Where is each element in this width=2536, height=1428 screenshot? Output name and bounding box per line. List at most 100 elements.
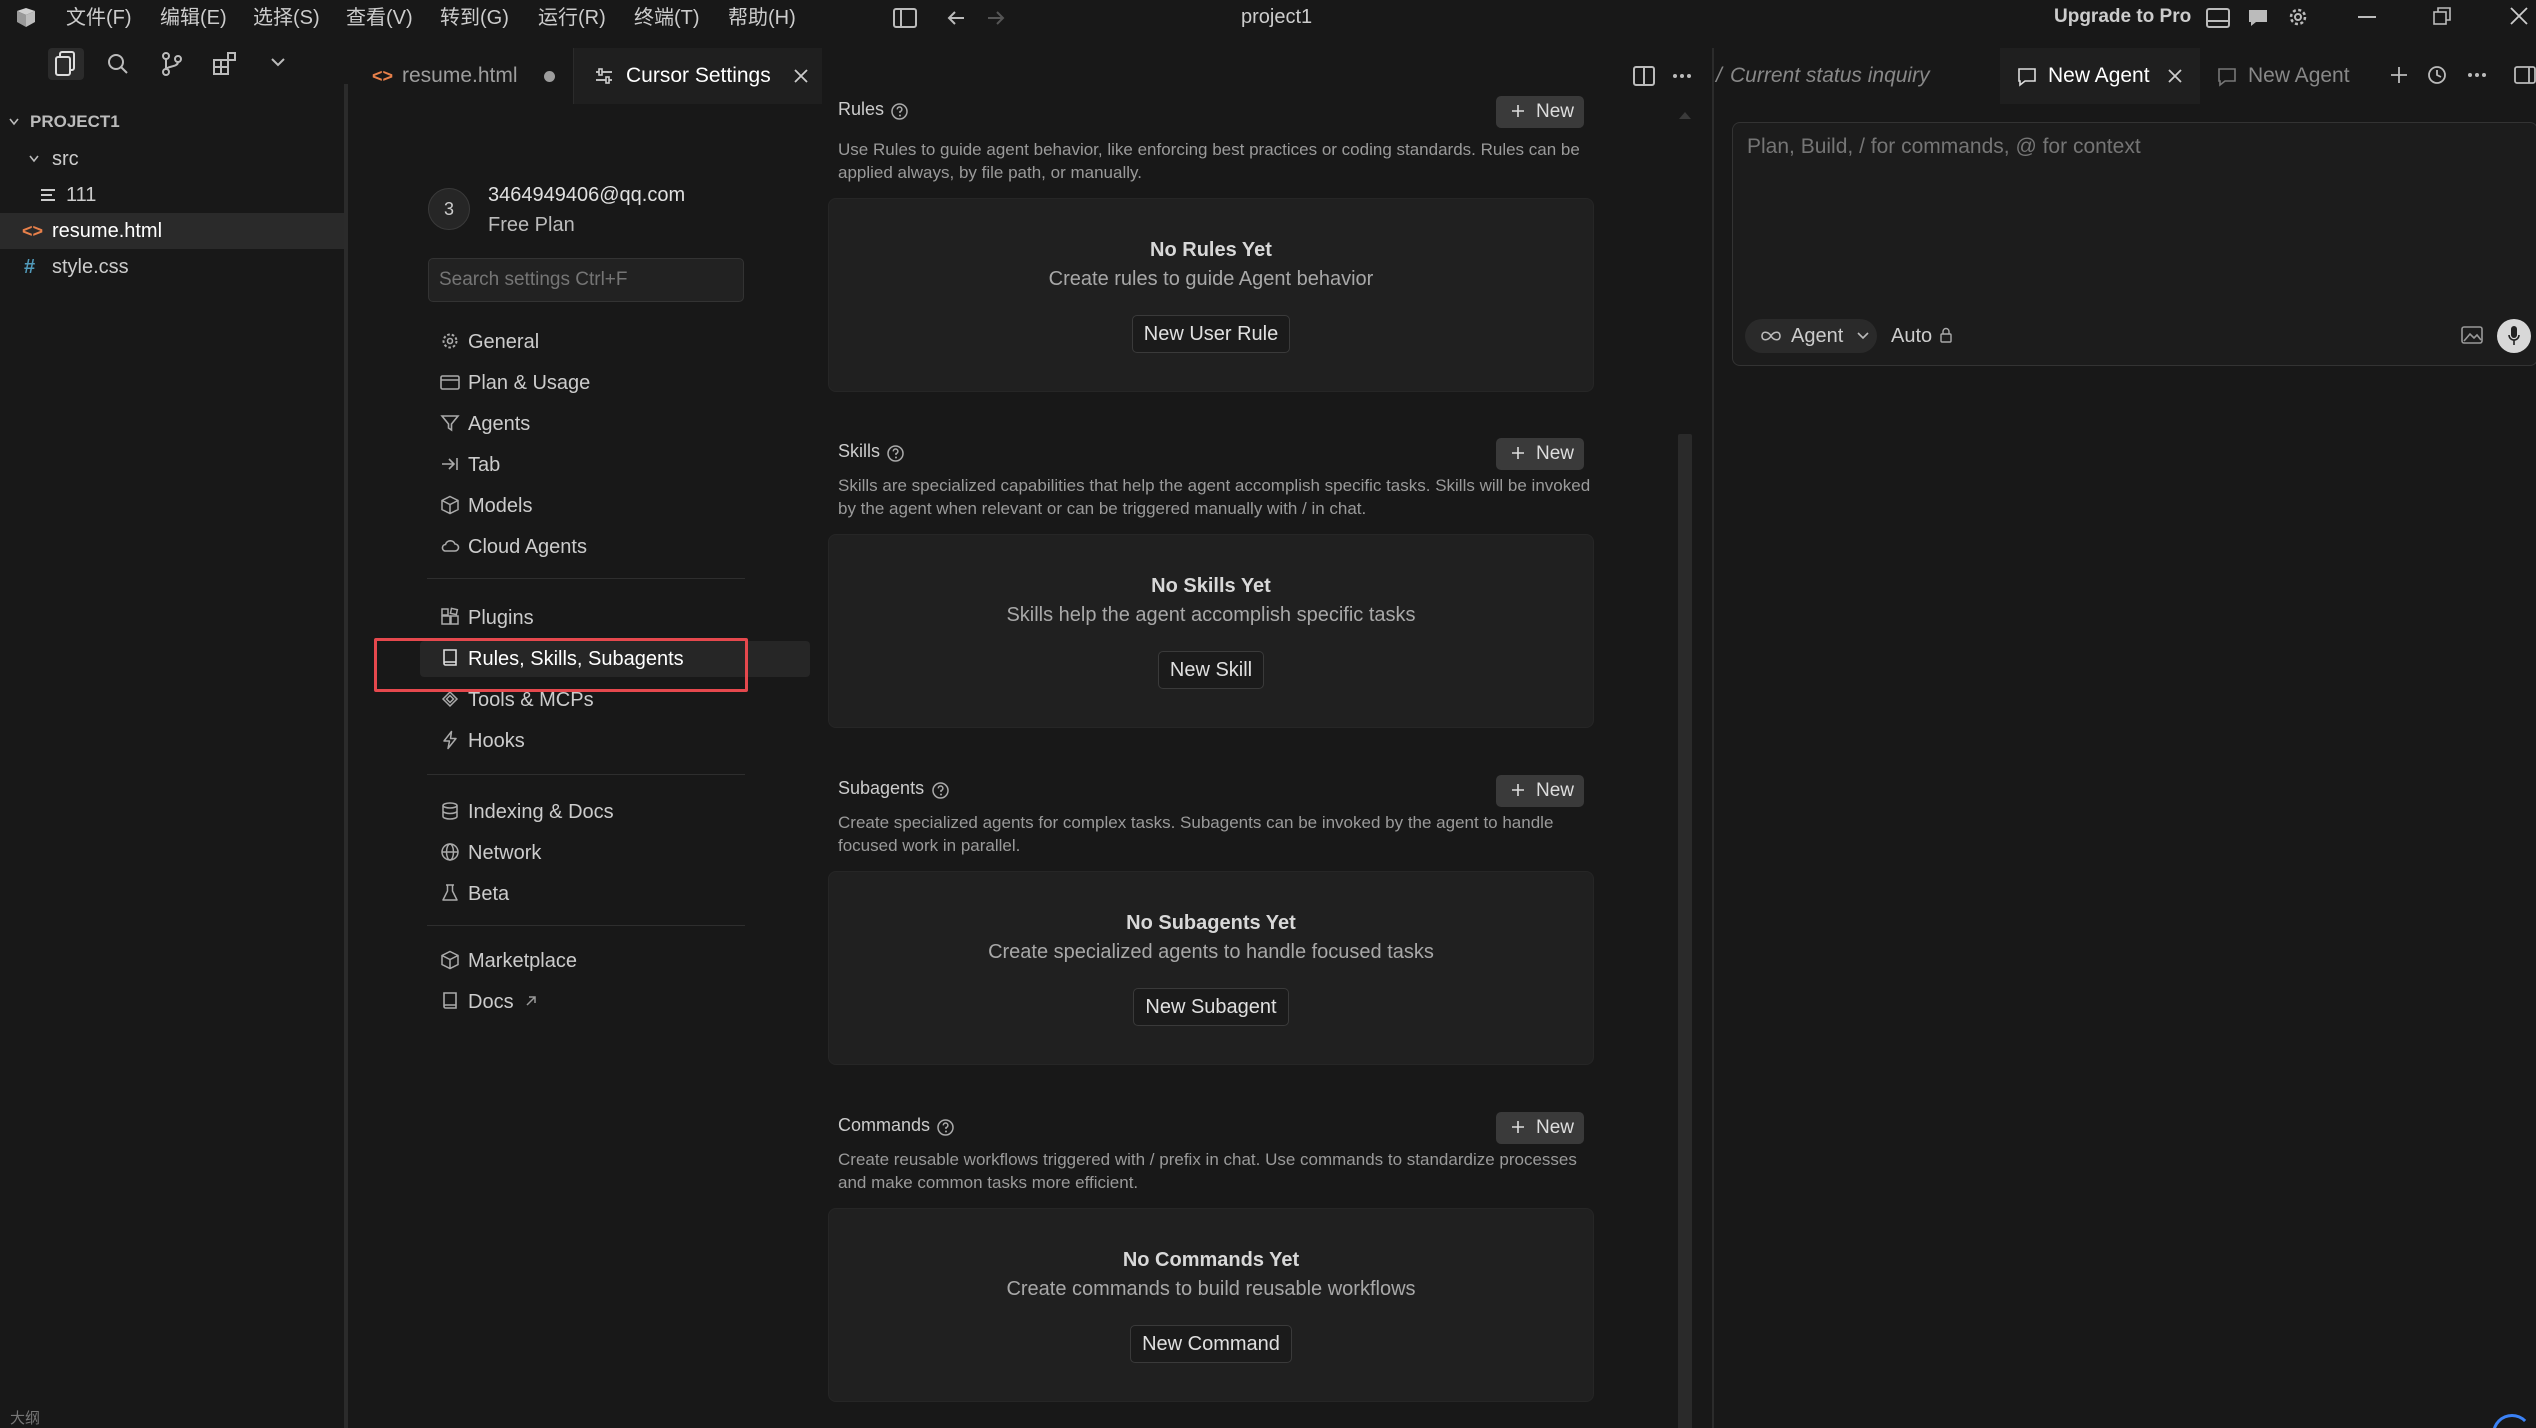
close-window-icon[interactable] xyxy=(2508,5,2530,27)
nav-item-agents[interactable]: Agents xyxy=(352,406,812,442)
empty-subtitle: Create rules to guide Agent behavior xyxy=(1048,268,1374,290)
nav-label: Plan & Usage xyxy=(468,372,591,394)
unsaved-dot-icon xyxy=(544,71,555,82)
html-file-icon: <> xyxy=(22,221,44,241)
menu-file[interactable]: 文件(F) xyxy=(66,4,132,32)
forward-arrow-icon[interactable] xyxy=(984,6,1008,30)
help-circle-icon[interactable] xyxy=(886,444,905,463)
rules-empty-card: No Rules Yet Create rules to guide Agent… xyxy=(828,198,1594,392)
menu-view[interactable]: 查看(V) xyxy=(346,4,413,32)
chat-bubble-icon xyxy=(2016,66,2038,88)
nav-item-general[interactable]: General xyxy=(352,324,812,360)
menu-go[interactable]: 转到(G) xyxy=(440,4,509,32)
menu-selection[interactable]: 选择(S) xyxy=(253,4,320,32)
nav-item-beta[interactable]: Beta xyxy=(352,876,812,912)
nav-label: Models xyxy=(468,495,533,517)
explorer-files-icon[interactable] xyxy=(53,50,79,78)
new-subagent-button[interactable]: New xyxy=(1496,775,1584,807)
back-arrow-icon[interactable] xyxy=(944,6,968,30)
outline-section-label[interactable]: 大纲 xyxy=(10,1410,40,1428)
new-skill-card-button[interactable]: New Skill xyxy=(1157,651,1265,689)
help-circle-icon[interactable] xyxy=(890,102,909,121)
nav-item-cloud-agents[interactable]: Cloud Agents xyxy=(352,529,812,565)
highlight-box xyxy=(374,638,748,692)
history-clock-icon[interactable] xyxy=(2426,64,2448,86)
extensions-icon[interactable] xyxy=(212,51,238,77)
nav-item-hooks[interactable]: Hooks xyxy=(352,723,812,759)
new-user-rule-button[interactable]: New User Rule xyxy=(1131,315,1291,353)
agent-tab-new-agent-active[interactable]: New Agent xyxy=(2000,48,2200,104)
panel-toggle-icon[interactable] xyxy=(2514,65,2536,85)
tab-label: Current status inquiry xyxy=(1730,64,1930,87)
nav-item-models[interactable]: Models xyxy=(352,488,812,524)
search-settings-input[interactable] xyxy=(428,258,744,302)
agent-tab-current-status-inquiry[interactable]: / Current status inquiry xyxy=(1714,48,1984,104)
tree-folder-src[interactable]: src xyxy=(0,141,344,177)
more-actions-icon[interactable] xyxy=(1670,64,1694,88)
nav-item-tab[interactable]: Tab xyxy=(352,447,812,483)
tree-file-style-css[interactable]: # style.css xyxy=(0,249,344,285)
new-skill-button[interactable]: New xyxy=(1496,438,1584,470)
tree-file-resume-html[interactable]: <> resume.html xyxy=(0,213,344,249)
nav-item-indexing-docs[interactable]: Indexing & Docs xyxy=(352,794,812,830)
agent-tab-new-agent[interactable]: New Agent xyxy=(2212,48,2402,104)
agent-mode-dropdown[interactable]: Agent xyxy=(1745,319,1877,353)
chevron-down-icon[interactable] xyxy=(270,56,286,68)
restore-icon[interactable] xyxy=(2432,6,2452,26)
search-icon[interactable] xyxy=(106,52,130,76)
menu-edit[interactable]: 编辑(E) xyxy=(160,4,227,32)
section-description-rules: Use Rules to guide agent behavior, like … xyxy=(838,140,1580,182)
nav-item-network[interactable]: Network xyxy=(352,835,812,871)
menu-terminal[interactable]: 终端(T) xyxy=(634,4,700,32)
tab-cursor-settings[interactable]: Cursor Settings xyxy=(574,48,822,104)
tab-resume-html[interactable]: <> resume.html xyxy=(352,48,574,104)
html-file-icon: <> xyxy=(372,66,394,86)
more-actions-icon[interactable] xyxy=(2466,64,2488,86)
skills-empty-card: No Skills Yet Skills help the agent acco… xyxy=(828,534,1594,728)
close-icon[interactable] xyxy=(2166,67,2184,85)
nav-item-marketplace[interactable]: Marketplace xyxy=(352,943,812,979)
image-attach-icon[interactable] xyxy=(2461,325,2483,345)
explorer-root-label: PROJECT1 xyxy=(30,112,120,131)
new-command-button[interactable]: New xyxy=(1496,1112,1584,1144)
nav-item-plan-usage[interactable]: Plan & Usage xyxy=(352,365,812,401)
menu-run[interactable]: 运行(R) xyxy=(538,4,606,32)
nav-item-docs[interactable]: Docs xyxy=(352,984,812,1020)
upgrade-to-pro-link[interactable]: Upgrade to Pro xyxy=(2054,3,2191,31)
tree-folder-label: src xyxy=(52,148,79,170)
section-description-skills: Skills are specialized capabilities that… xyxy=(838,476,1591,518)
new-subagent-card-button[interactable]: New Subagent xyxy=(1133,988,1289,1026)
minimize-icon[interactable] xyxy=(2358,16,2376,18)
account-email: 3464949406@qq.com xyxy=(488,184,686,206)
add-icon[interactable] xyxy=(2388,64,2410,86)
tree-file-111[interactable]: 111 xyxy=(0,177,344,213)
empty-subtitle: Create specialized agents to handle focu… xyxy=(988,941,1434,963)
app-logo-icon xyxy=(14,6,38,30)
new-command-card-button[interactable]: New Command xyxy=(1130,1325,1292,1363)
scroll-up-arrow-icon[interactable] xyxy=(1678,110,1692,120)
split-editor-icon[interactable] xyxy=(1632,64,1656,88)
vertical-scrollbar[interactable] xyxy=(1678,434,1692,1428)
toggle-sidebar-icon[interactable] xyxy=(893,7,917,29)
activity-bar xyxy=(0,36,348,84)
close-icon[interactable] xyxy=(792,67,810,85)
tab-label: Cursor Settings xyxy=(626,64,771,87)
help-circle-icon[interactable] xyxy=(936,1118,955,1137)
new-button-label: New xyxy=(1536,101,1575,122)
source-control-icon[interactable] xyxy=(160,51,184,77)
nav-item-plugins[interactable]: Plugins xyxy=(352,600,812,636)
help-circle-icon[interactable] xyxy=(931,781,950,800)
settings-gear-icon[interactable] xyxy=(2286,5,2310,29)
microphone-icon xyxy=(2508,325,2520,347)
chat-icon[interactable] xyxy=(2246,6,2270,30)
agent-prompt-input[interactable] xyxy=(1733,123,2533,273)
menu-help[interactable]: 帮助(H) xyxy=(728,4,796,32)
new-rule-button[interactable]: New xyxy=(1496,96,1584,128)
explorer-root[interactable]: PROJECT1 xyxy=(0,104,344,140)
microphone-button[interactable] xyxy=(2497,319,2531,353)
section-title-rules: Rules xyxy=(838,99,885,119)
panel-layout-icon[interactable] xyxy=(2206,7,2230,29)
css-file-icon: # xyxy=(24,256,36,278)
model-selector[interactable]: Auto xyxy=(1891,319,1981,353)
empty-subtitle: Create commands to build reusable workfl… xyxy=(1006,1278,1416,1300)
